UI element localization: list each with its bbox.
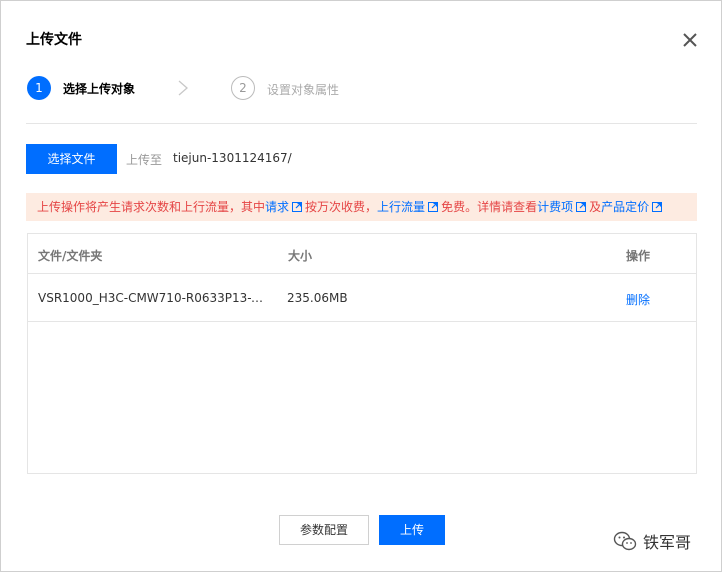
notice-text: 免费。详情请查看	[441, 200, 538, 214]
billing-items-link[interactable]: 计费项	[537, 200, 573, 214]
step-1-number: 1	[27, 76, 51, 100]
step-1-label: 选择上传对象	[63, 82, 136, 96]
notice-text: 上传操作将产生请求次数和上行流量，其中	[37, 200, 266, 214]
notice-text: 及	[589, 200, 602, 214]
external-link-icon[interactable]	[428, 202, 439, 212]
upload-path: tiejun-1301124167/	[173, 151, 292, 165]
select-file-button[interactable]: 选择文件	[26, 144, 117, 174]
step-2-label: 设置对象属性	[267, 83, 340, 97]
file-name: VSR1000_H3C-CMW710-R0633P13-X64....	[38, 291, 268, 305]
step-indicator: 1 选择上传对象 2 设置对象属性	[26, 76, 696, 102]
upload-to-label: 上传至	[126, 153, 163, 167]
header-action: 操作	[626, 249, 651, 263]
upload-dialog: 上传文件 1 选择上传对象 2 设置对象属性 选择文件 上传至 tiejun-1…	[0, 0, 722, 572]
close-icon[interactable]	[681, 31, 699, 49]
header-size: 大小	[288, 249, 313, 263]
file-size: 235.06MB	[287, 291, 348, 305]
watermark-text: 铁军哥	[643, 533, 692, 552]
chevron-right-icon	[178, 80, 188, 96]
step-2-number: 2	[231, 76, 255, 100]
external-link-icon[interactable]	[576, 202, 587, 212]
wechat-icon	[613, 531, 637, 551]
table-header: 文件/文件夹 大小 操作	[28, 234, 696, 274]
external-link-icon[interactable]	[292, 202, 303, 212]
billing-notice: 上传操作将产生请求次数和上行流量，其中请求 按万次收费，上行流量 免费。详情请查看计…	[26, 193, 697, 221]
notice-text: 按万次收费，	[305, 200, 378, 214]
header-name: 文件/文件夹	[38, 249, 103, 263]
upload-button[interactable]: 上传	[379, 515, 445, 545]
file-table: 文件/文件夹 大小 操作 VSR1000_H3C-CMW710-R0633P13…	[27, 233, 697, 474]
dialog-title: 上传文件	[26, 32, 82, 48]
external-link-icon[interactable]	[652, 202, 663, 212]
request-link[interactable]: 请求	[265, 200, 289, 214]
divider	[26, 123, 697, 124]
pricing-link[interactable]: 产品定价	[601, 200, 649, 214]
watermark: 铁军哥	[613, 529, 691, 553]
table-row: VSR1000_H3C-CMW710-R0633P13-X64.... 235.…	[28, 274, 696, 322]
params-config-button[interactable]: 参数配置	[279, 515, 369, 545]
upstream-traffic-link[interactable]: 上行流量	[377, 200, 425, 214]
delete-link[interactable]: 删除	[626, 291, 650, 308]
